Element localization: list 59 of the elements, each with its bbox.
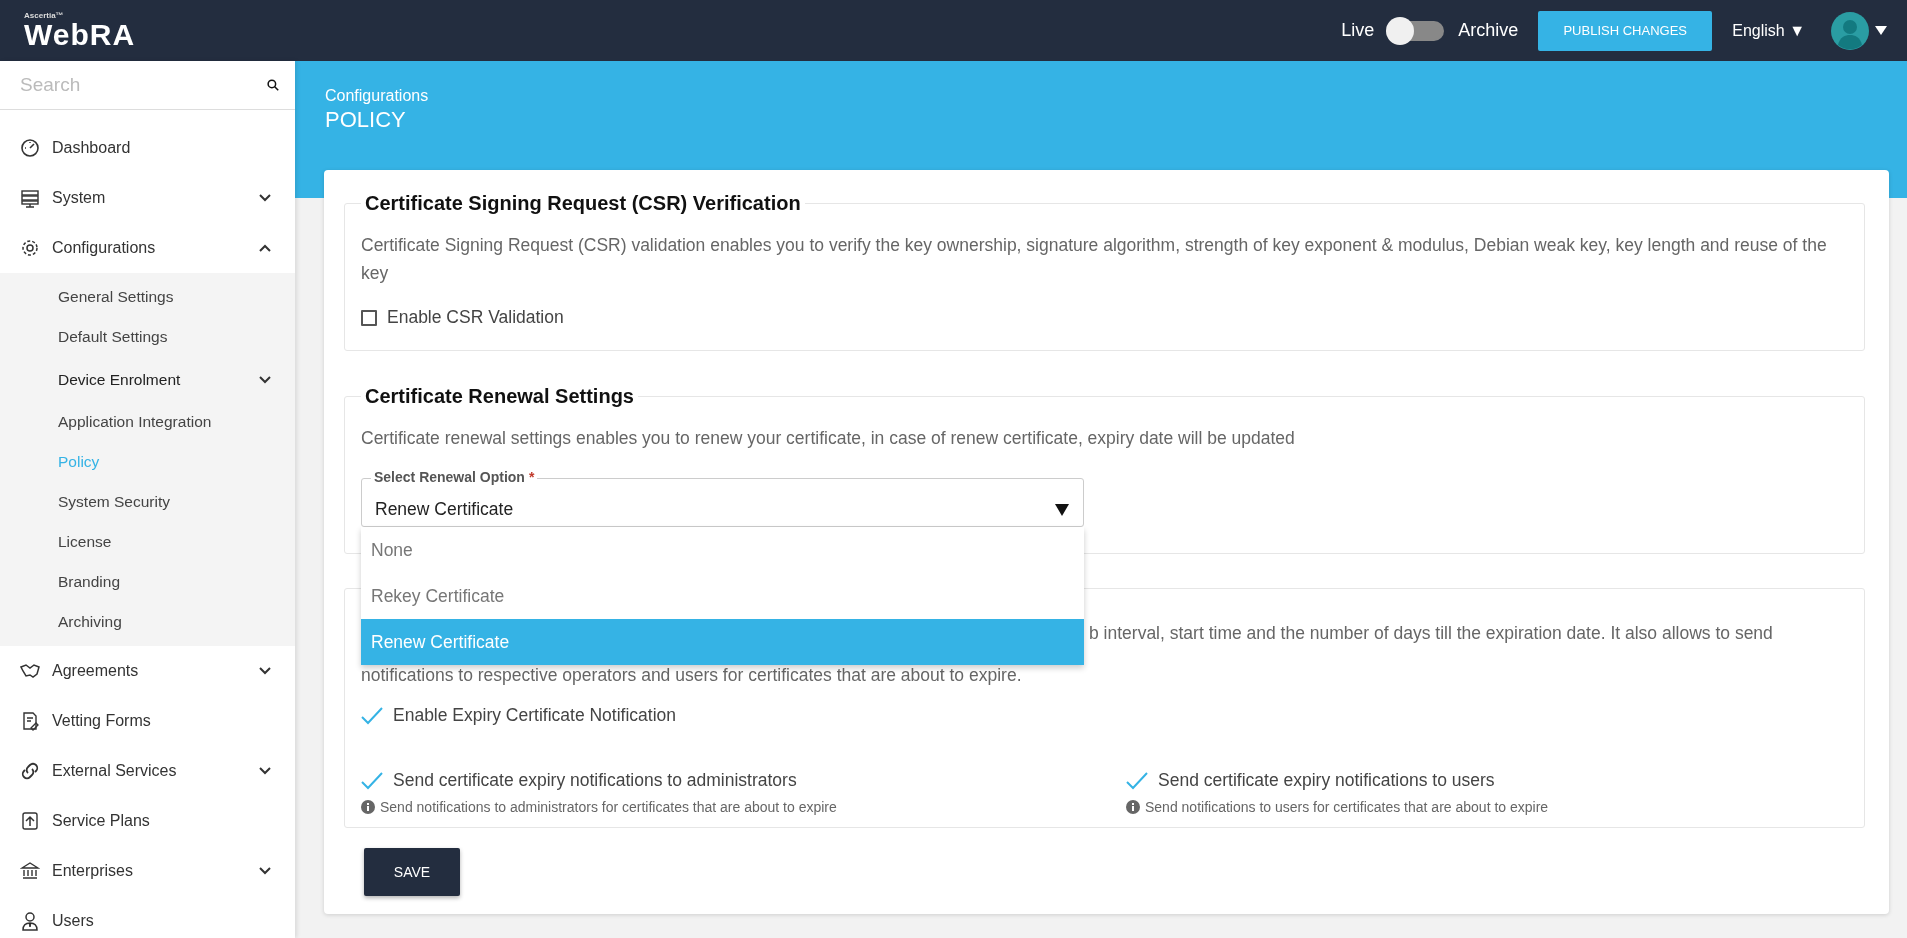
section-description: Certificate renewal settings enables you to renew your certificate, in case of renew certificate, expiry date will be updated — [361, 427, 1296, 450]
info-icon — [1126, 800, 1140, 814]
checkbox-label: Send certificate expiry notifications to users — [1158, 770, 1495, 791]
search-field[interactable]: Search — [18, 73, 267, 97]
brand-logo: WebRA — [24, 19, 136, 50]
search-icon[interactable] — [267, 76, 279, 94]
section-description: notifications to respective operators and users for certificates that are about to expire. — [361, 664, 1023, 687]
sidebar-subitem[interactable]: Application Integration — [0, 402, 295, 442]
checkbox-label: Enable Expiry Certificate Notification — [393, 705, 677, 726]
sidebar-item[interactable]: Configurations — [0, 223, 295, 273]
sidebar-item[interactable]: Users — [0, 896, 295, 938]
link-icon — [20, 761, 40, 781]
sidebar-subitem[interactable]: Branding — [0, 562, 295, 602]
sidebar-item[interactable]: Agreements — [0, 646, 295, 696]
sidebar-subitem[interactable]: General Settings — [0, 277, 295, 317]
gear-icon — [20, 238, 40, 258]
avatar-icon[interactable] — [1831, 11, 1869, 50]
breadcrumb: Configurations — [325, 87, 430, 105]
server-icon — [20, 188, 40, 208]
sidebar-item[interactable]: Vetting Forms — [0, 696, 295, 746]
upload-icon — [20, 811, 40, 831]
dropdown-option[interactable]: Rekey Certificate — [361, 573, 1084, 619]
caret-icon[interactable] — [1055, 503, 1069, 516]
sidebar-subitem[interactable]: License — [0, 522, 295, 562]
section-title: Certificate Signing Request (CSR) Verification — [364, 192, 802, 215]
checkbox-label: Send certificate expiry notifications to administrators — [393, 770, 797, 791]
sidebar-item[interactable]: Service Plans — [0, 796, 295, 846]
hint-text: Send notifications to users for certificates that are about to expire — [1145, 799, 1549, 815]
sidebar-item[interactable]: System — [0, 173, 295, 223]
checkbox-label: Enable CSR Validation — [387, 307, 564, 328]
sidebar-subitem[interactable]: Default Settings — [0, 317, 295, 357]
section-description: b interval, start time and the number of days till the expiration date. It also allows to send — [1089, 622, 1774, 645]
info-icon — [361, 800, 375, 814]
sidebar-subitem[interactable]: Device Enrolment — [0, 357, 295, 402]
page-title: POLICY — [325, 107, 407, 133]
bank-icon — [20, 861, 40, 881]
section-description: Certificate Signing Request (CSR) validation enables you to verify the key ownership, signature algorithm, strength of key exponent & modulus, Debian weak key, key length and reuse of the key — [361, 234, 1828, 285]
sidebar-item[interactable]: Dashboard — [0, 123, 295, 173]
caret-icon[interactable] — [1875, 26, 1887, 35]
user-icon — [20, 911, 40, 931]
checkmark-icon[interactable] — [1126, 771, 1148, 790]
sidebar-item[interactable]: External Services — [0, 746, 295, 796]
toggle-label: Live — [1341, 20, 1375, 41]
sidebar-subitem[interactable]: System Security — [0, 482, 295, 522]
checkmark-icon[interactable] — [361, 771, 383, 790]
sidebar-item[interactable]: Enterprises — [0, 846, 295, 896]
document-icon — [20, 711, 40, 731]
checkmark-icon[interactable] — [361, 706, 383, 725]
field-label: Select Renewal Option * — [371, 469, 538, 485]
brand-tagline: Ascertia™ — [24, 11, 65, 20]
checkbox[interactable] — [361, 309, 377, 326]
toggle-label: Archive — [1458, 20, 1519, 41]
save-button[interactable]: SAVE — [364, 848, 460, 896]
dropdown-option[interactable]: None — [361, 527, 1084, 573]
sidebar-subitem[interactable]: Archiving — [0, 602, 295, 642]
section-title: Certificate Renewal Settings — [364, 385, 635, 408]
hint-text: Send notifications to administrators for certificates that are about to expire — [380, 799, 837, 815]
gauge-icon — [20, 138, 40, 158]
language-dropdown[interactable]: English ▼ — [1732, 21, 1805, 40]
